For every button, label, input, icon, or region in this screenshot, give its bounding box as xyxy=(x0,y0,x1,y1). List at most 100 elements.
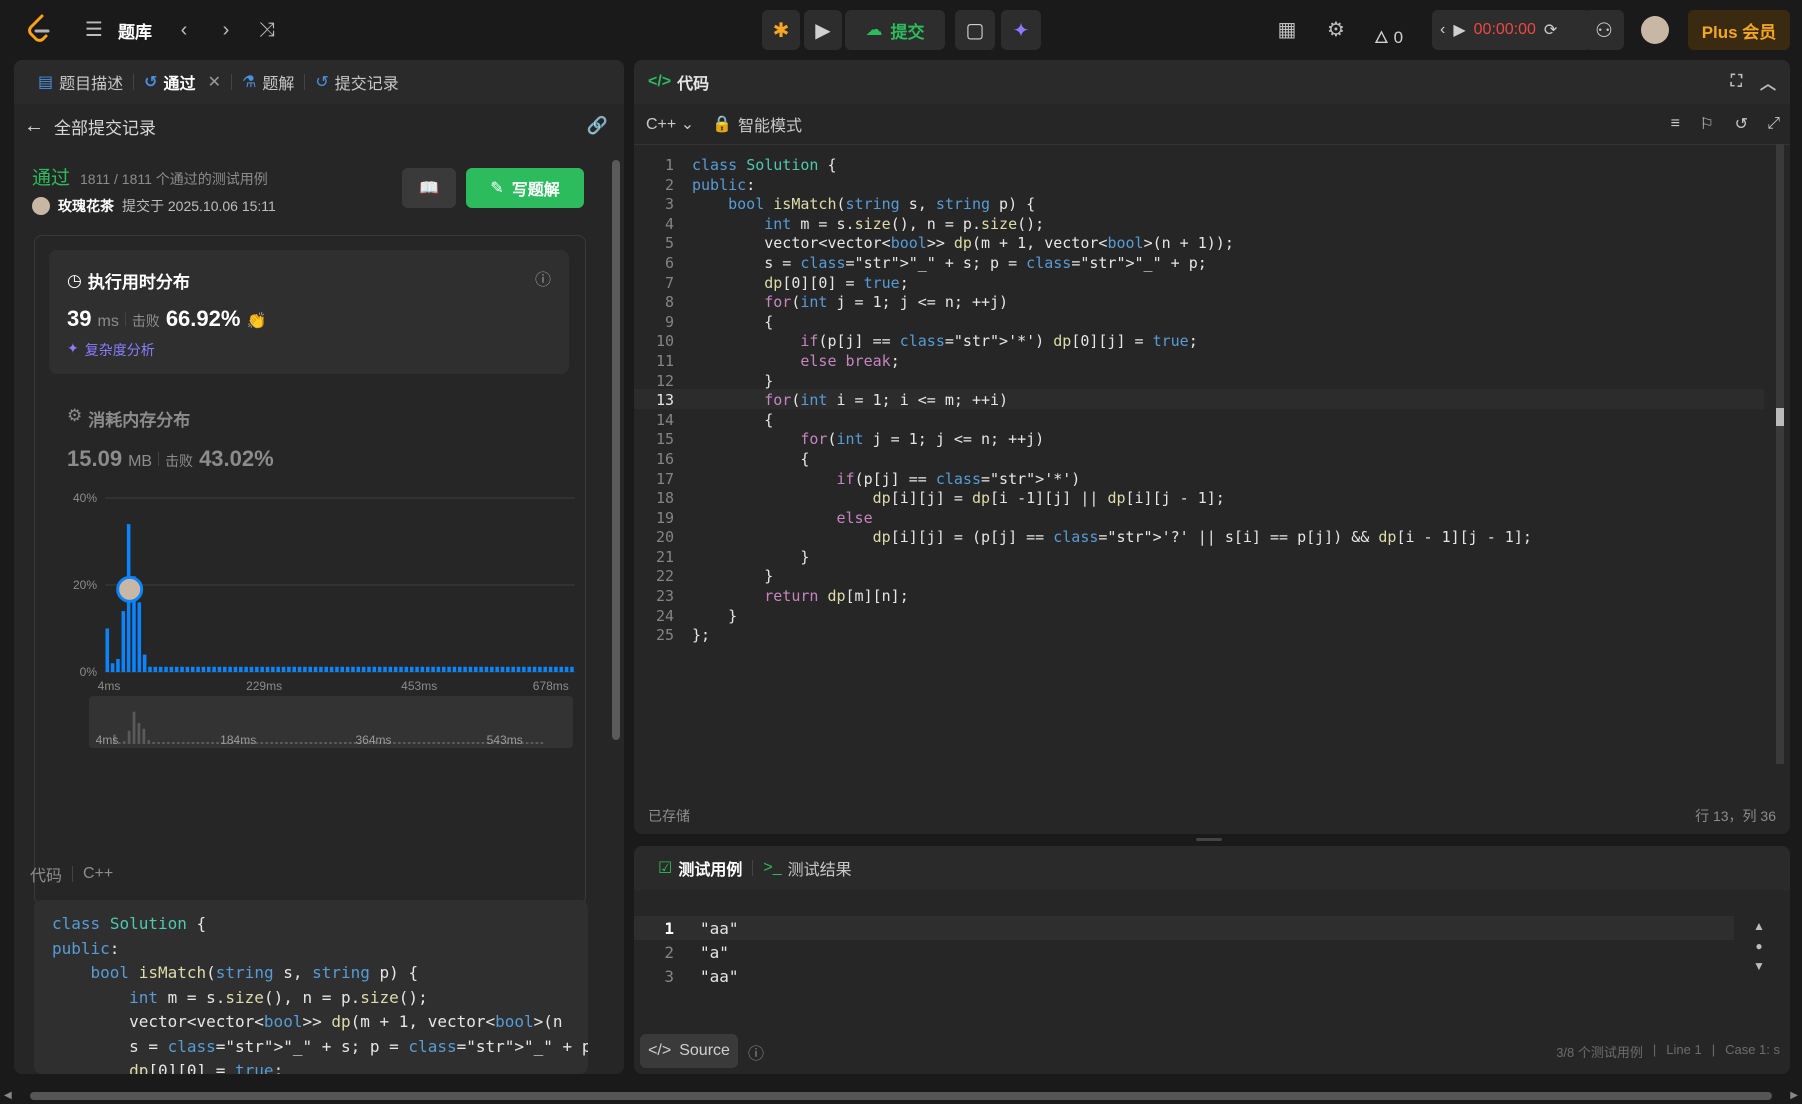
expand-icon[interactable]: ⤢ xyxy=(1767,115,1780,133)
code-line[interactable]: 10 if(p[j] == class="str">'*') dp[0][j] … xyxy=(634,330,1764,350)
help-icon[interactable]: ⓘ xyxy=(748,1040,764,1064)
code-line[interactable]: 4 int m = s.size(), n = p.size(); xyxy=(634,213,1764,233)
source-button[interactable]: </> Source xyxy=(640,1034,738,1068)
code-line[interactable]: 25}; xyxy=(634,624,1764,644)
testcase-line[interactable]: 1 "aa" xyxy=(634,916,1734,940)
chevron-right-icon[interactable]: › xyxy=(212,16,240,44)
write-solution-button[interactable]: ✎ 写题解 xyxy=(466,168,584,208)
maximize-icon[interactable]: ⛶ xyxy=(1731,73,1742,91)
chart-bar xyxy=(367,666,371,672)
note-button[interactable]: ▢ xyxy=(955,10,995,50)
bookmark-icon[interactable]: ⚐ xyxy=(1700,114,1714,134)
code-line[interactable]: 3 bool isMatch(string s, string p) { xyxy=(634,193,1764,213)
undo-icon[interactable]: ↺ xyxy=(1735,114,1748,134)
tab-submissions[interactable]: ↺ 提交记录 xyxy=(305,70,408,94)
avatar[interactable] xyxy=(1641,16,1669,44)
add-friend-button[interactable]: ⚇ xyxy=(1584,10,1624,50)
code-line[interactable]: 13 for(int i = 1; i <= m; ++i) xyxy=(634,389,1764,409)
problem-bank-link[interactable]: 题库 xyxy=(118,18,152,43)
code-line[interactable]: 5 vector<vector<bool>> dp(m + 1, vector<… xyxy=(634,232,1764,252)
notebook-button[interactable]: 📖 xyxy=(402,168,456,208)
mini-bar xyxy=(324,742,328,744)
mini-bar xyxy=(397,742,401,744)
mini-bar xyxy=(525,742,529,744)
tab-test-results[interactable]: >_ 测试结果 xyxy=(753,856,861,880)
close-icon[interactable]: ✕ xyxy=(208,72,221,92)
format-icon[interactable]: ≡ xyxy=(1671,115,1680,133)
tab-testcases[interactable]: ☑ 测试用例 xyxy=(648,856,752,880)
code-line[interactable]: 6 s = class="str">"_" + s; p = class="st… xyxy=(634,252,1764,272)
code-line[interactable]: 18 dp[i][j] = dp[i -1][j] || dp[i][j - 1… xyxy=(634,487,1764,507)
streak-counter[interactable]: 🜂 0 xyxy=(1374,18,1403,53)
code-line[interactable]: 8 for(int j = 1; j <= n; ++j) xyxy=(634,291,1764,311)
runtime-card[interactable]: ◷ 执行用时分布 ⓘ 39 ms 击败 66.92% 👏 ✦ 复杂度分析 xyxy=(49,250,569,374)
timer[interactable]: ‹ ▶ 00:00:00 ⟳ xyxy=(1432,10,1590,50)
code-editor[interactable]: 1 class Solution {2 public: 3 bool isMatch(… xyxy=(634,154,1764,774)
plus-member-button[interactable]: Plus 会员 xyxy=(1688,10,1790,50)
editor-scrollbar[interactable] xyxy=(1776,144,1786,784)
list-icon[interactable]: ☰ xyxy=(80,16,108,44)
code-line: s = class="str">"_" + s; p = class="str"… xyxy=(52,1036,588,1056)
code-line[interactable]: 11 else break; xyxy=(634,350,1764,370)
tab-solutions[interactable]: ⚗ 题解 xyxy=(232,70,304,94)
testcase-editor[interactable]: 1 "aa" 2 "a" 3 "aa" xyxy=(634,916,1734,988)
chevron-up-icon[interactable]: ︿ xyxy=(1760,70,1776,94)
y-tick-label: 20% xyxy=(73,578,97,592)
scroll-thumb[interactable] xyxy=(1776,408,1784,426)
scroll-thumb[interactable] xyxy=(30,1092,1772,1100)
layout-icon[interactable]: ▦ xyxy=(1273,16,1301,44)
code-line[interactable]: 17 if(p[j] == class="str">'*') xyxy=(634,468,1764,488)
code-line[interactable]: 1 class Solution { xyxy=(634,154,1764,174)
code-line[interactable]: 12 } xyxy=(634,370,1764,390)
memory-title-row[interactable]: ⚙ 消耗内存分布 xyxy=(67,406,190,431)
code-line[interactable]: 24 } xyxy=(634,605,1764,625)
code-line[interactable]: 7 dp[0][0] = true; xyxy=(634,272,1764,292)
scroll-right-icon[interactable]: ▶ xyxy=(1790,1090,1798,1101)
left-scrollbar[interactable] xyxy=(610,150,620,1070)
link-icon[interactable]: 🔗 xyxy=(587,116,608,136)
arrow-left-icon[interactable]: ← xyxy=(24,115,44,138)
scroll-left-icon[interactable]: ◀ xyxy=(4,1090,12,1101)
bottom-scrollbar[interactable]: ◀ ▶ xyxy=(0,1088,1802,1104)
chart-bar xyxy=(244,666,248,672)
ai-button[interactable]: ✦ xyxy=(1001,10,1041,50)
code-line[interactable]: 16 { xyxy=(634,448,1764,468)
code-line[interactable]: 22 } xyxy=(634,565,1764,585)
runtime-distribution-chart[interactable]: 40%20%0%4ms 229ms 453ms 678ms4ms 184ms 364ms 5… xyxy=(35,486,585,826)
code-text: else xyxy=(836,508,873,527)
testcase-line[interactable]: 2 "a" xyxy=(634,940,1734,964)
code-line[interactable]: 14 { xyxy=(634,409,1764,429)
resize-handle[interactable] xyxy=(1196,838,1222,841)
code-line[interactable]: 20 dp[i][j] = (p[j] == class="str">'?' |… xyxy=(634,526,1764,546)
testcase-scroller[interactable]: ▲ ● ▼ xyxy=(1752,916,1766,980)
scroll-thumb[interactable] xyxy=(612,160,620,740)
leetcode-logo[interactable] xyxy=(26,14,52,49)
shuffle-icon[interactable]: ⤨ xyxy=(253,16,281,44)
chevron-left-icon: ‹ xyxy=(1440,21,1446,38)
debug-button[interactable]: ✱ xyxy=(762,10,800,50)
info-icon[interactable]: ⓘ xyxy=(535,266,551,290)
line-number: 3 xyxy=(664,966,674,986)
line-number: 2 xyxy=(664,175,674,194)
code-line[interactable]: 2 public: xyxy=(634,174,1764,194)
mini-bar xyxy=(171,742,175,744)
code-line[interactable]: 19 else xyxy=(634,507,1764,527)
testcase-line[interactable]: 3 "aa" xyxy=(634,964,1734,988)
code-line[interactable]: 23 return dp[m][n]; xyxy=(634,585,1764,605)
run-button[interactable]: ▶ xyxy=(804,10,842,50)
language-select[interactable]: C++ ⌄ xyxy=(646,114,694,134)
complexity-analysis-link[interactable]: ✦ 复杂度分析 xyxy=(67,340,155,360)
tab-description[interactable]: ▤ 题目描述 xyxy=(28,70,133,94)
code-line[interactable]: 21 } xyxy=(634,546,1764,566)
chart-bar xyxy=(196,666,200,672)
code-line[interactable]: 15 for(int j = 1; j <= n; ++j) xyxy=(634,428,1764,448)
chart-bar xyxy=(554,666,558,672)
code-line[interactable]: 9 { xyxy=(634,311,1764,331)
username[interactable]: 玫瑰花茶 xyxy=(58,196,114,216)
chevron-left-icon[interactable]: ‹ xyxy=(170,16,198,44)
gear-icon[interactable]: ⚙ xyxy=(1322,16,1350,44)
tab-accepted[interactable]: ↺ 通过 ✕ xyxy=(134,70,231,94)
all-submissions-link[interactable]: 全部提交记录 xyxy=(54,114,156,139)
submit-button[interactable]: ☁ 提交 xyxy=(845,10,945,50)
smart-mode-label[interactable]: 智能模式 xyxy=(738,112,802,136)
